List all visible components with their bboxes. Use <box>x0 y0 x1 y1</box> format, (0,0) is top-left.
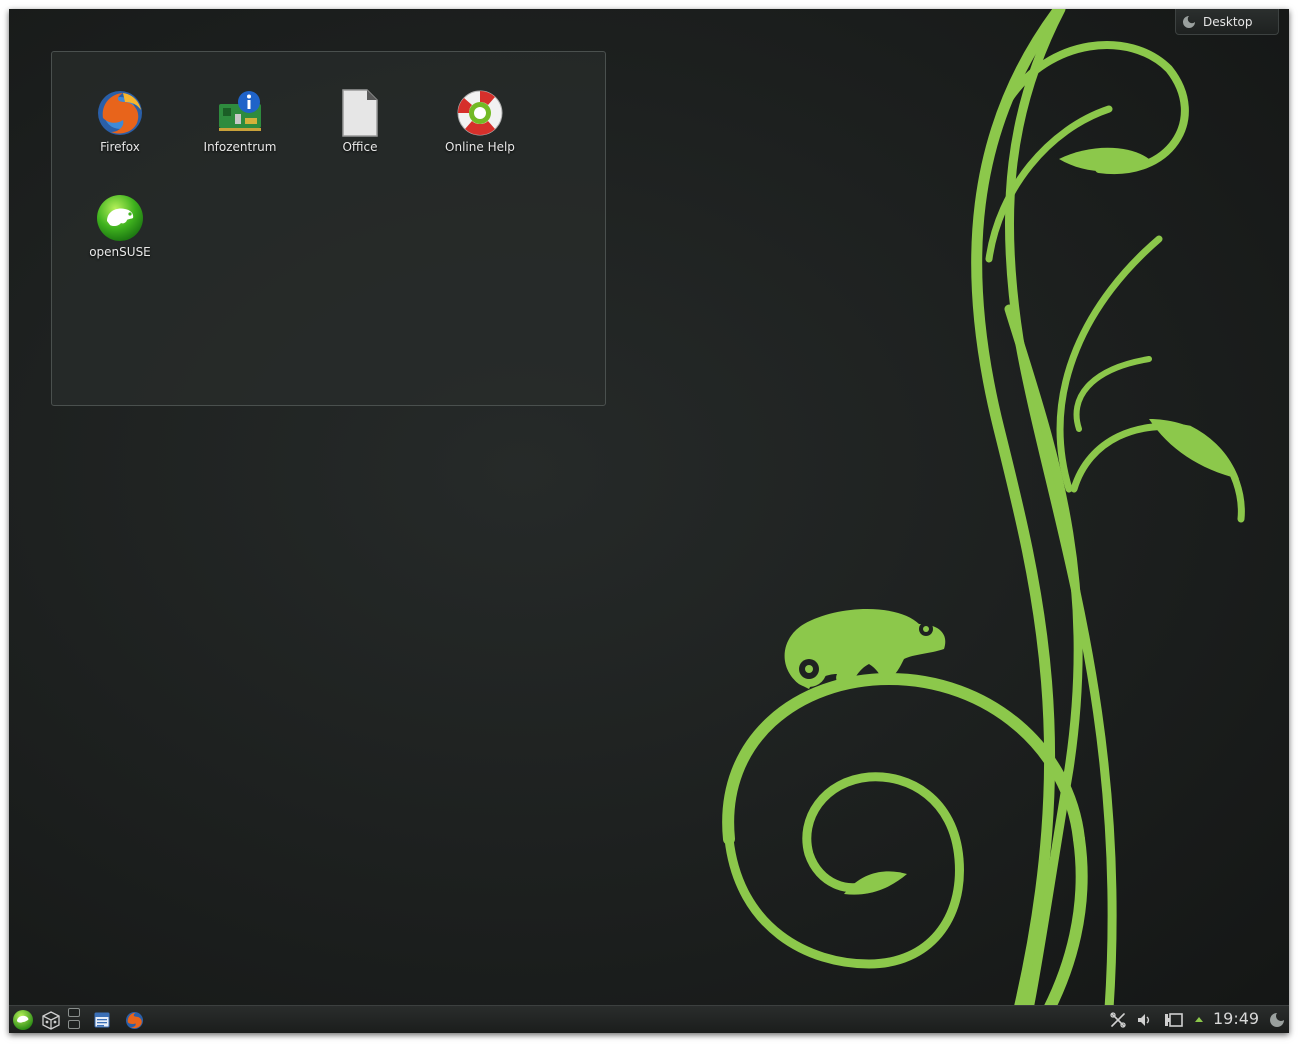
desktop-icon-office[interactable]: Office <box>310 88 410 172</box>
office-document-icon <box>342 89 378 137</box>
desktop-screen: Desktop Firefox Infozentrum Office Onlin… <box>9 9 1289 1033</box>
info-center-icon <box>219 91 261 131</box>
desktop-toolbox-button[interactable]: Desktop <box>1175 9 1279 35</box>
volume-button[interactable] <box>1133 1008 1155 1032</box>
opensuse-menu-icon <box>13 1010 33 1030</box>
network-status-button[interactable] <box>1107 1008 1129 1032</box>
cashew-icon <box>1183 15 1195 28</box>
folder-view-widget[interactable]: Firefox Infozentrum Office Online Help o… <box>51 51 606 406</box>
panel-toolbox-icon <box>1270 1013 1284 1027</box>
show-hidden-tray-button[interactable] <box>1191 1008 1207 1032</box>
activities-cube-icon <box>42 1011 60 1030</box>
firefox-icon <box>98 91 142 135</box>
desktop-icon-infozentrum[interactable]: Infozentrum <box>190 88 290 172</box>
application-launcher-button[interactable] <box>11 1008 35 1032</box>
expand-arrow-icon <box>1195 1017 1203 1022</box>
desktop-icon-label: Office <box>342 140 378 154</box>
desktop-icon-firefox[interactable]: Firefox <box>70 88 170 172</box>
battery-button[interactable] <box>1161 1008 1187 1032</box>
desktop-icon-online-help[interactable]: Online Help <box>430 88 530 172</box>
lifebuoy-help-icon <box>457 90 503 136</box>
taskbar-panel: 19:49 <box>9 1005 1289 1033</box>
desktop-icon-label: Infozentrum <box>203 140 277 154</box>
pager-desktop-2[interactable] <box>68 1020 80 1029</box>
volume-icon <box>1138 1014 1150 1026</box>
desktop-icon-label: Firefox <box>100 140 140 154</box>
network-disconnected-icon <box>1110 1012 1126 1028</box>
desktop-icon-opensuse[interactable]: openSUSE <box>70 193 170 277</box>
desktop-icon-label: Online Help <box>445 140 515 154</box>
desktop-toolbox-label: Desktop <box>1203 14 1253 29</box>
desktop-icon-label: openSUSE <box>89 245 151 259</box>
opensuse-logo-icon <box>97 195 143 241</box>
activities-button[interactable] <box>39 1008 63 1032</box>
pager-desktop-1[interactable] <box>68 1008 80 1017</box>
firefox-icon <box>125 1011 143 1029</box>
battery-icon <box>1165 1013 1183 1027</box>
file-manager-launcher[interactable] <box>91 1008 113 1032</box>
panel-clock[interactable]: 19:49 <box>1213 1009 1259 1028</box>
firefox-launcher[interactable] <box>123 1008 145 1032</box>
virtual-desktop-pager[interactable] <box>67 1008 83 1032</box>
panel-toolbox-button[interactable] <box>1267 1008 1287 1032</box>
file-manager-icon <box>94 1012 110 1028</box>
